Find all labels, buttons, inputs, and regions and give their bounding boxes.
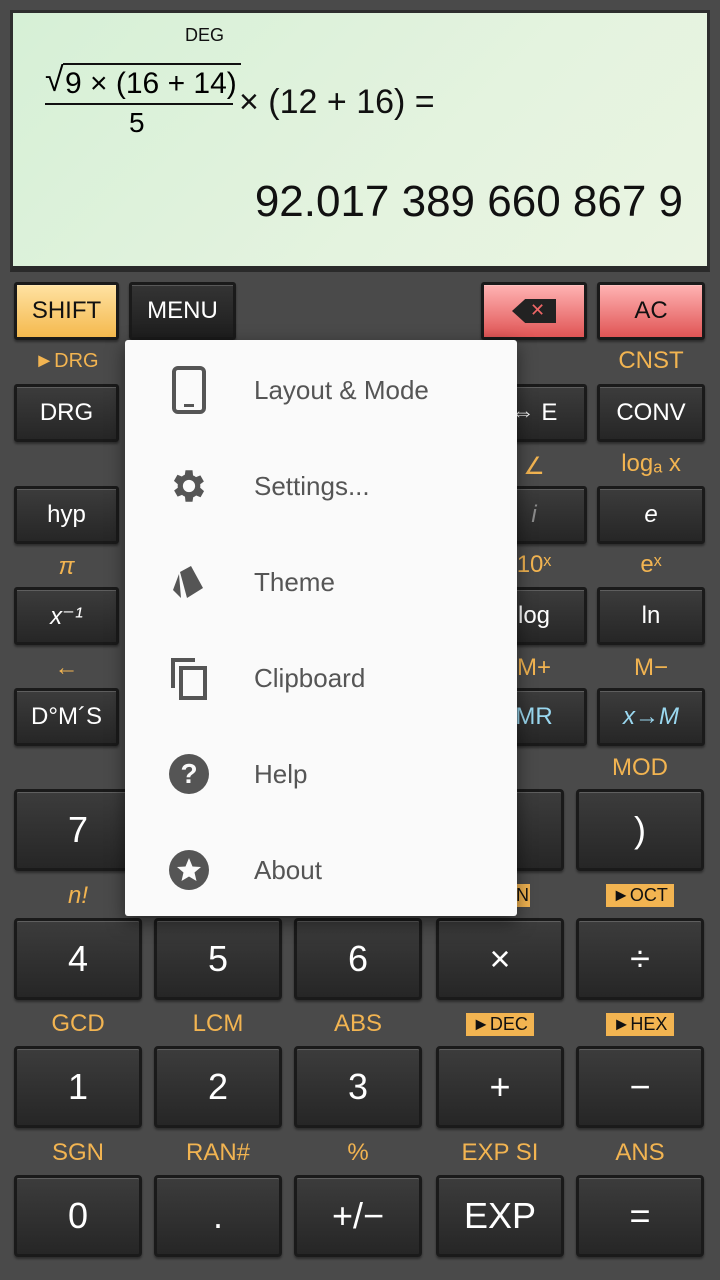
random-label: RAN# (185, 1139, 251, 1166)
plus-minus-button[interactable]: +/− (294, 1175, 422, 1257)
tablet-icon (167, 366, 211, 414)
menu-item-label: Settings... (254, 470, 370, 501)
decimal-point-button[interactable]: . (154, 1175, 282, 1257)
sqrt-symbol: √ (45, 61, 64, 99)
menu-item-label: Help (254, 758, 308, 789)
drg-button[interactable]: DRG (14, 384, 119, 442)
m-minus-label: M− (633, 654, 668, 681)
conv-button[interactable]: CONV (597, 384, 705, 442)
abs-label: ABS (333, 1010, 383, 1037)
ln-button[interactable]: ln (597, 587, 705, 645)
ans-label: ANS (615, 1139, 665, 1166)
digit-0-button[interactable]: 0 (14, 1175, 142, 1257)
exp-si-label: EXP SI (461, 1139, 539, 1166)
oct-label: ►OCT (606, 884, 674, 907)
loga-label: logₐ x (621, 450, 681, 477)
divide-button[interactable]: ÷ (576, 918, 704, 1000)
arrow-left-label: ← (54, 654, 79, 681)
digit-1-button[interactable]: 1 (14, 1046, 142, 1128)
sgn-label: SGN (51, 1139, 104, 1166)
gear-icon (167, 464, 211, 508)
x-to-m-text: x→M (623, 703, 679, 730)
menu-item-layout-mode[interactable]: Layout & Mode (125, 342, 517, 438)
digit-5-button[interactable]: 5 (154, 918, 282, 1000)
percent-label: % (347, 1139, 369, 1166)
menu-item-theme[interactable]: Theme (125, 534, 517, 630)
digit-6-button[interactable]: 6 (294, 918, 422, 1000)
digit-7-button[interactable]: 7 (14, 789, 142, 871)
menu-item-settings[interactable]: Settings... (125, 438, 517, 534)
star-circle-icon (167, 848, 211, 892)
lcm-label: LCM (192, 1010, 244, 1037)
mod-label: MOD (612, 754, 668, 781)
angle-mode-indicator: DEG (185, 25, 225, 45)
palette-cards-icon (167, 560, 211, 604)
store-memory-button[interactable]: x→M (597, 688, 705, 746)
menu-item-label: Clipboard (254, 662, 366, 693)
svg-text:?: ? (180, 758, 197, 789)
e-power-label: eˣ (640, 551, 662, 578)
denominator: 5 (129, 107, 145, 138)
minus-button[interactable]: − (576, 1046, 704, 1128)
menu-button[interactable]: MENU (129, 282, 236, 340)
menu-item-about[interactable]: About (125, 822, 517, 918)
hex-label: ►HEX (606, 1013, 674, 1036)
close-paren-button[interactable]: ) (576, 789, 704, 871)
reciprocal-button[interactable]: x⁻¹ (14, 587, 119, 645)
mr-text: MR (515, 703, 553, 730)
result-value: 92.017 389 660 867 9 (254, 177, 683, 226)
expression-rest: × (12 + 16) = (239, 83, 435, 121)
copy-icon (167, 656, 211, 700)
menu-item-label: Theme (254, 566, 335, 597)
factorial-label: n! (67, 882, 88, 909)
equals-button[interactable]: = (576, 1175, 704, 1257)
overflow-menu: Layout & Mode Settings... Theme Clipboar… (125, 340, 517, 916)
menu-item-clipboard[interactable]: Clipboard (125, 630, 517, 726)
e-constant-button[interactable]: e (597, 486, 705, 544)
fraction-bar (45, 103, 233, 105)
shift-button[interactable]: SHIFT (14, 282, 119, 340)
hyp-button[interactable]: hyp (14, 486, 119, 544)
exp-button[interactable]: EXP (436, 1175, 564, 1257)
digit-4-button[interactable]: 4 (14, 918, 142, 1000)
backspace-icon (512, 299, 556, 323)
plus-button[interactable]: + (436, 1046, 564, 1128)
digit-3-button[interactable]: 3 (294, 1046, 422, 1128)
dec-label: ►DEC (466, 1013, 534, 1036)
help-circle-icon: ? (167, 752, 211, 796)
ac-button[interactable]: AC (597, 282, 705, 340)
drg-shift-label: ►DRG (34, 350, 99, 372)
dms-button[interactable]: D°M´S (14, 688, 119, 746)
menu-item-label: About (254, 854, 322, 885)
cnst-label: CNST (618, 347, 684, 374)
calculator-display: DEG √ 9 × (16 + 14) 5 × (12 + 16) = 92.0… (10, 10, 710, 272)
menu-item-label: Layout & Mode (254, 374, 429, 405)
radicand: 9 × (16 + 14) (63, 63, 241, 101)
gcd-label: GCD (51, 1010, 105, 1037)
multiply-button[interactable]: × (436, 918, 564, 1000)
pi-label: π (58, 553, 75, 580)
backspace-button[interactable] (481, 282, 587, 340)
digit-2-button[interactable]: 2 (154, 1046, 282, 1128)
menu-item-help[interactable]: ? Help (125, 726, 517, 822)
